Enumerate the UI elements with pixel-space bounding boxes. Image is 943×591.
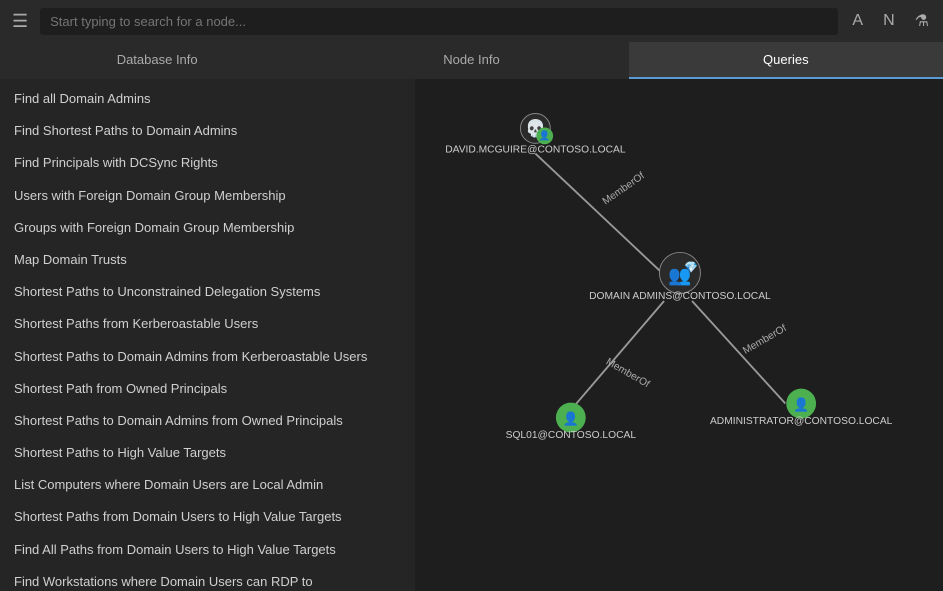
svg-text:DAVID.MCGUIRE@CONTOSO.LOCAL: DAVID.MCGUIRE@CONTOSO.LOCAL [445, 145, 626, 156]
node-domain-admins[interactable]: 👥 💎 DOMAIN ADMINS@CONTOSO.LOCAL [589, 252, 771, 302]
tabs-bar: Database Info Node Info Queries [0, 42, 943, 79]
svg-text:SQL01@CONTOSO.LOCAL: SQL01@CONTOSO.LOCAL [506, 430, 637, 441]
main-content: Find all Domain AdminsFind Shortest Path… [0, 79, 943, 591]
svg-text:💎: 💎 [684, 261, 698, 274]
edge-label-admin: MemberOf [741, 323, 789, 357]
svg-text:👤: 👤 [563, 411, 579, 426]
edge-label-sql01: MemberOf [604, 357, 652, 391]
query-list-panel: Find all Domain AdminsFind Shortest Path… [0, 79, 415, 591]
query-item[interactable]: Find Shortest Paths to Domain Admins [0, 115, 415, 147]
hamburger-icon[interactable]: ☰ [8, 7, 32, 36]
query-item[interactable]: Groups with Foreign Domain Group Members… [0, 212, 415, 244]
query-item[interactable]: Map Domain Trusts [0, 244, 415, 276]
tab-queries[interactable]: Queries [629, 42, 943, 79]
graph-area: MemberOf MemberOf MemberOf 💀 👤 DAVID.MCG… [415, 79, 943, 591]
query-item[interactable]: Shortest Paths to Domain Admins from Own… [0, 405, 415, 437]
graph-svg: MemberOf MemberOf MemberOf 💀 👤 DAVID.MCG… [415, 79, 943, 591]
svg-text:👤: 👤 [539, 130, 551, 142]
query-item[interactable]: List Computers where Domain Users are Lo… [0, 469, 415, 501]
top-bar: ☰ A N ⚗ [0, 0, 943, 42]
node-sql01[interactable]: 👤 SQL01@CONTOSO.LOCAL [506, 403, 637, 441]
query-item[interactable]: Shortest Paths to Unconstrained Delegati… [0, 276, 415, 308]
query-item[interactable]: Users with Foreign Domain Group Membersh… [0, 180, 415, 212]
query-item[interactable]: Find Workstations where Domain Users can… [0, 566, 415, 591]
node-icon-btn[interactable]: A [846, 8, 869, 34]
query-item[interactable]: Find All Paths from Domain Users to High… [0, 534, 415, 566]
svg-text:DOMAIN ADMINS@CONTOSO.LOCAL: DOMAIN ADMINS@CONTOSO.LOCAL [589, 291, 771, 302]
tab-node-info[interactable]: Node Info [314, 42, 628, 79]
query-item[interactable]: Shortest Paths to High Value Targets [0, 437, 415, 469]
query-item[interactable]: Shortest Paths to Domain Admins from Ker… [0, 341, 415, 373]
refresh-icon-btn[interactable]: N [877, 8, 901, 34]
query-item[interactable]: Shortest Paths from Kerberoastable Users [0, 308, 415, 340]
query-list: Find all Domain AdminsFind Shortest Path… [0, 79, 415, 591]
filter-icon-btn[interactable]: ⚗ [909, 7, 935, 35]
node-administrator[interactable]: 👤 ADMINISTRATOR@CONTOSO.LOCAL [710, 389, 893, 427]
query-item[interactable]: Shortest Path from Owned Principals [0, 373, 415, 405]
edge-label-david: MemberOf [601, 170, 647, 207]
search-input[interactable] [40, 8, 838, 35]
node-david[interactable]: 💀 👤 DAVID.MCGUIRE@CONTOSO.LOCAL [445, 114, 626, 156]
tab-database-info[interactable]: Database Info [0, 42, 314, 79]
svg-text:ADMINISTRATOR@CONTOSO.LOCAL: ADMINISTRATOR@CONTOSO.LOCAL [710, 416, 893, 427]
query-item[interactable]: Find all Domain Admins [0, 83, 415, 115]
query-item[interactable]: Shortest Paths from Domain Users to High… [0, 501, 415, 533]
query-item[interactable]: Find Principals with DCSync Rights [0, 147, 415, 179]
svg-text:👤: 👤 [793, 397, 809, 412]
